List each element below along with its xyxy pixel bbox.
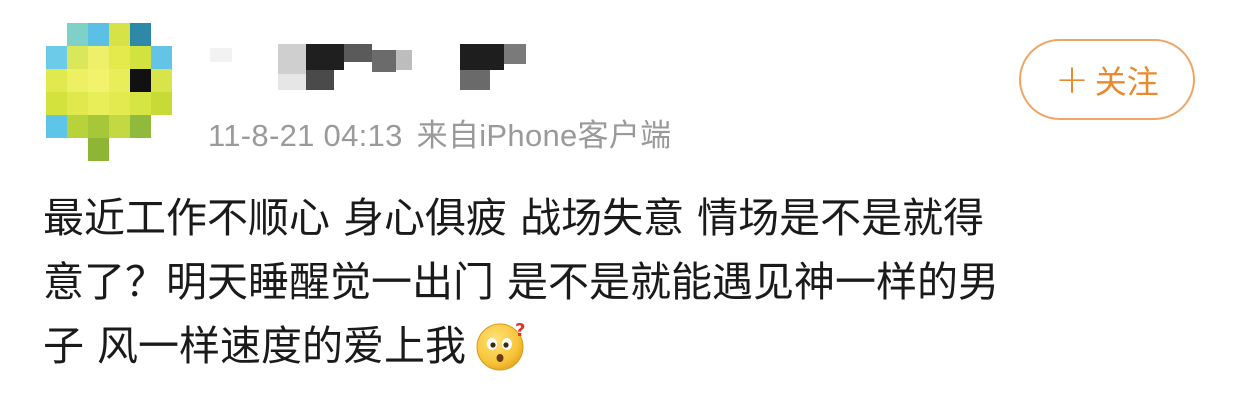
plus-icon: + xyxy=(1055,56,1089,103)
post-line-text: 子 风一样速度的爱上我 xyxy=(43,322,467,370)
thinking-question-face-icon: ? xyxy=(474,318,528,372)
post-content: 最近工作不顺心 身心俱疲 战场失意 情场是不是就得 意了？明天睡醒觉一出门 是不… xyxy=(43,186,1203,378)
post-line: 最近工作不顺心 身心俱疲 战场失意 情场是不是就得 xyxy=(43,194,985,242)
svg-text:?: ? xyxy=(515,320,525,341)
follow-label: 关注 xyxy=(1094,62,1159,101)
avatar[interactable] xyxy=(46,23,172,161)
follow-button[interactable]: + 关注 xyxy=(1019,39,1195,120)
username-redacted[interactable] xyxy=(210,40,540,95)
post-line: 子 风一样速度的爱上我 ? xyxy=(43,314,1203,378)
post-source: 来自iPhone客户端 xyxy=(416,118,672,153)
post-line: 意了？明天睡醒觉一出门 是不是就能遇见神一样的男 xyxy=(43,258,1000,306)
post-meta: 11-8-21 04:13 来自iPhone客户端 xyxy=(208,110,671,155)
post-timestamp: 11-8-21 04:13 xyxy=(208,118,403,153)
